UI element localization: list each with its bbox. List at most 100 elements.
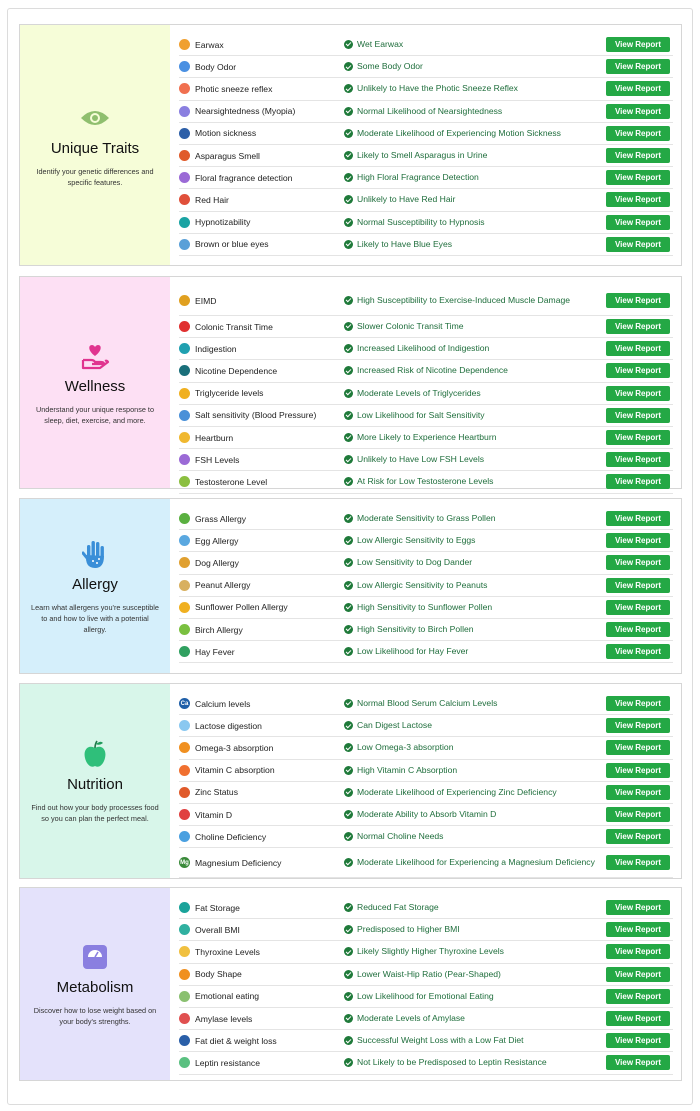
view-report-button[interactable]: View Report [606,829,670,845]
trait-name: Vitamin D [195,809,233,820]
table-row: Vitamin D Moderate Ability to Absorb Vita… [179,804,673,827]
view-report-button[interactable]: View Report [606,855,670,871]
view-report-button[interactable]: View Report [606,599,670,615]
trait-name: Motion sickness [195,128,257,139]
milk-icon [179,720,190,732]
section-description: Find out how your body processes food so… [31,803,159,823]
view-report-button[interactable]: View Report [606,555,670,571]
trait-name: Fat Storage [195,902,240,913]
view-report-button[interactable]: View Report [606,170,670,186]
result-text: Low Allergic Sensitivity to Eggs [357,535,476,546]
view-report-button[interactable]: View Report [606,236,670,252]
result-cell: At Risk for Low Testosterone Levels [344,476,606,487]
view-report-button[interactable]: View Report [606,762,670,778]
trait-name-cell: Red Hair [179,194,344,206]
fsh-icon [179,454,190,466]
result-cell: Unlikely to Have Red Hair [344,194,606,205]
trait-name: Testosterone Level [195,476,268,487]
result-cell: Low Likelihood for Emotional Eating [344,991,606,1002]
result-cell: Low Sensitivity to Dog Dander [344,557,606,568]
trait-name: Photic sneeze reflex [195,83,273,94]
trait-name-cell: Testosterone Level [179,476,344,488]
check-circle-icon [344,602,353,612]
view-report-button[interactable]: View Report [606,740,670,756]
check-circle-icon [344,84,353,94]
check-circle-icon [344,647,353,657]
result-text: Wet Earwax [357,39,404,50]
trait-name: Colonic Transit Time [195,321,273,332]
view-report-button[interactable]: View Report [606,807,670,823]
choline-icon [179,831,190,843]
view-report-button[interactable]: View Report [606,293,670,308]
check-circle-icon [344,699,353,709]
trait-name: Body Shape [195,969,242,980]
result-cell: Low Likelihood for Hay Fever [344,646,606,657]
trait-name-cell: Egg Allergy [179,535,344,547]
view-report-button[interactable]: View Report [606,966,670,982]
view-report-button[interactable]: View Report [606,533,670,549]
result-text: Low Omega-3 absorption [357,742,454,753]
view-report-button[interactable]: View Report [606,644,670,660]
red-hair-icon [179,194,190,206]
check-circle-icon [344,810,353,820]
check-circle-icon [344,433,353,443]
view-report-button[interactable]: View Report [606,452,670,468]
view-report-button[interactable]: View Report [606,988,670,1004]
view-report-button[interactable]: View Report [606,430,670,446]
grass-icon [179,513,190,525]
view-report-button[interactable]: View Report [606,214,670,230]
view-report-button[interactable]: View Report [606,718,670,734]
check-circle-icon [344,477,353,487]
view-report-button[interactable]: View Report [606,385,670,401]
view-report-button[interactable]: View Report [606,192,670,208]
result-text: Low Likelihood for Salt Sensitivity [357,409,485,420]
check-circle-icon [344,625,353,635]
trait-name: Triglyceride levels [195,388,264,399]
table-row: Leptin resistance Not Likely to be Predis… [179,1052,673,1075]
trait-name-cell: FSH Levels [179,454,344,466]
table-row: Zinc Status Moderate Likelihood of Experi… [179,782,673,804]
section-title: Wellness [64,377,126,395]
table-row: EIMD High Susceptibility to Exercise-Indu… [179,286,673,316]
view-report-button[interactable]: View Report [606,363,670,379]
view-report-button[interactable]: View Report [606,1055,670,1071]
view-report-button[interactable]: View Report [606,784,670,800]
result-cell: Not Likely to be Predisposed to Leptin R… [344,1057,606,1068]
view-report-button[interactable]: View Report [606,148,670,164]
table-row: Brown or blue eyes Likely to Have Blue Ey… [179,234,673,256]
view-report-button[interactable]: View Report [606,1011,670,1027]
result-cell: Lower Waist-Hip Ratio (Pear-Shaped) [344,969,606,980]
view-report-button[interactable]: View Report [606,125,670,141]
result-text: Increased Risk of Nicotine Dependence [357,365,508,376]
view-report-button[interactable]: View Report [606,37,670,53]
table-row: Omega-3 absorption Low Omega-3 absorption… [179,737,673,760]
view-report-button[interactable]: View Report [606,319,670,335]
view-report-button[interactable]: View Report [606,81,670,97]
trait-name: Sunflower Pollen Allergy [195,602,288,613]
result-cell: Predisposed to Higher BMI [344,924,606,935]
view-report-button[interactable]: View Report [606,341,670,357]
view-report-button[interactable]: View Report [606,696,670,712]
fat-diet-icon [179,1035,190,1047]
view-report-button[interactable]: View Report [606,511,670,527]
view-report-button[interactable]: View Report [606,622,670,638]
view-report-button[interactable]: View Report [606,922,670,938]
view-report-button[interactable]: View Report [606,577,670,593]
view-report-button[interactable]: View Report [606,474,670,490]
view-report-button[interactable]: View Report [606,103,670,119]
trait-name-cell: Dog Allergy [179,557,344,569]
trait-name-cell: Nicotine Dependence [179,365,344,377]
table-row: Nicotine Dependence Increased Risk of Nic… [179,360,673,383]
view-report-button[interactable]: View Report [606,59,670,75]
table-row: Hypnotizability Normal Susceptibility to … [179,212,673,234]
result-text: High Sensitivity to Sunflower Pollen [357,601,493,612]
trait-name-cell: Amylase levels [179,1013,344,1025]
view-report-button[interactable]: View Report [606,944,670,960]
view-report-button[interactable]: View Report [606,900,670,916]
sunflower-icon [179,601,190,613]
trait-list: Fat Storage Reduced Fat Storage View Repor… [170,888,681,1080]
trait-name-cell: Heartburn [179,432,344,444]
view-report-button[interactable]: View Report [606,1033,670,1049]
view-report-button[interactable]: View Report [606,407,670,423]
trait-name: Egg Allergy [195,535,239,546]
